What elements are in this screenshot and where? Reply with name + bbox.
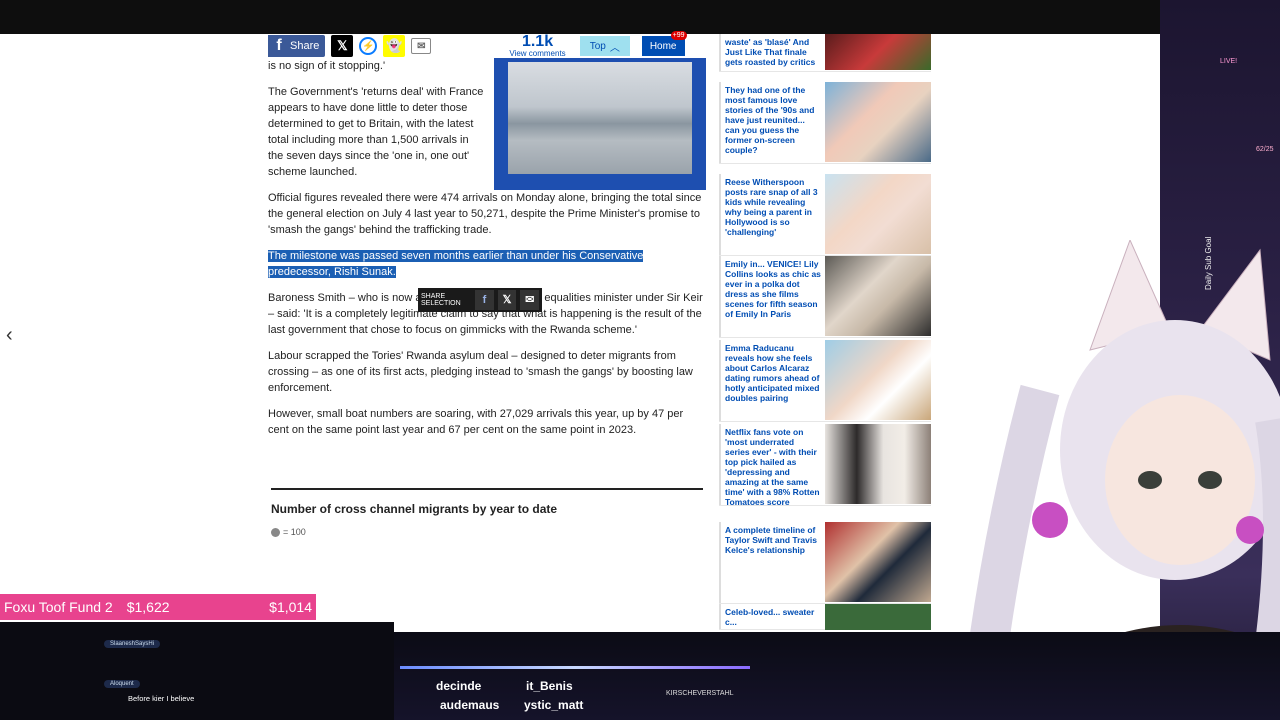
ticker-name: decinde — [436, 679, 482, 693]
article-body: is no sign of it stopping.' The Governme… — [268, 58, 706, 448]
legend-dot-icon — [271, 527, 280, 537]
fund-goal-bar: Foxu Toof Fund 2 $1,622 $1,014 — [0, 594, 316, 620]
x-icon[interactable]: 𝕏 — [497, 290, 517, 310]
twitter-handle: KIRSCHEVERSTAHL — [666, 690, 734, 697]
notification-badge: +99 — [670, 31, 687, 40]
comments-link[interactable]: 1.1k View comments — [509, 34, 565, 58]
article-paragraph: However, small boat numbers are soaring,… — [268, 408, 684, 436]
sidebar-article-title: waste' as 'blasé' And Just Like That fin… — [719, 34, 823, 71]
share-selection-popup: SHARE SELECTION f 𝕏 ✉ — [418, 288, 542, 312]
neon-line — [400, 666, 750, 669]
ticker-name: it_Benis — [526, 679, 573, 693]
sidebar-article[interactable]: waste' as 'blasé' And Just Like That fin… — [719, 34, 931, 72]
chat-username: Aloquent — [104, 680, 140, 688]
ticker-name: ystic_matt — [524, 698, 584, 712]
sidebar-article-title: Reese Witherspoon posts rare snap of all… — [719, 174, 823, 255]
chevron-up-icon: ︿ — [609, 42, 620, 54]
live-label: LIVE! — [1220, 58, 1238, 65]
sidebar-article-title: Netflix fans vote on 'most underrated se… — [719, 424, 823, 507]
sidebar-thumbnail — [825, 174, 931, 254]
chart-title: Number of cross channel migrants by year… — [271, 502, 558, 516]
sidebar-thumbnail — [825, 604, 931, 630]
facebook-share-button[interactable]: f Share — [268, 35, 326, 57]
snapchat-share-icon[interactable]: 👻 — [383, 35, 406, 57]
sidebar-thumbnail — [825, 34, 931, 70]
fund-raised: $1,622 — [126, 599, 170, 615]
selected-text[interactable]: The milestone was passed seven months ea… — [268, 250, 644, 278]
home-button[interactable]: Home +99 — [641, 31, 687, 56]
sidebar-thumbnail — [825, 256, 931, 336]
messenger-share-icon[interactable]: ⚡ — [359, 37, 378, 55]
fund-name: Foxu Toof Fund 2 — [4, 599, 113, 615]
chat-message: Before kier I believe — [128, 694, 195, 703]
sub-counter: 62/25 — [1256, 146, 1274, 153]
sidebar-article[interactable]: Netflix fans vote on 'most underrated se… — [719, 424, 931, 507]
email-share-icon[interactable]: ✉ — [411, 38, 432, 54]
sidebar-article-title: Emma Raducanu reveals how she feels abou… — [719, 340, 823, 421]
home-label: Home — [649, 40, 677, 52]
sidebar-article[interactable]: A complete timeline of Taylor Swift and … — [719, 522, 931, 604]
share-toolbar: f Share 𝕏 ⚡ 👻 ✉ 1.1k View comments Top ︿… — [268, 31, 706, 58]
article-paragraph: Official figures revealed there were 474… — [268, 192, 702, 236]
share-label: Share — [290, 40, 320, 52]
sidebar-article-title: Emily in... VENICE! Lily Collins looks a… — [719, 256, 823, 337]
top-black-bar — [0, 0, 1280, 34]
ticker-name: audemaus — [440, 698, 500, 712]
chevron-left-icon[interactable]: ‹ — [6, 324, 13, 347]
sidebar-article[interactable]: Emily in... VENICE! Lily Collins looks a… — [719, 256, 931, 338]
sidebar-article[interactable]: Emma Raducanu reveals how she feels abou… — [719, 340, 931, 422]
article-paragraph: The Government's 'returns deal' with Fra… — [268, 86, 484, 178]
facebook-icon: f — [268, 35, 290, 57]
sidebar-article[interactable]: They had one of the most famous love sto… — [719, 82, 931, 164]
facebook-icon[interactable]: f — [475, 290, 494, 310]
chat-username: SlaaneshSaysHi — [104, 640, 161, 648]
top-label: Top — [589, 40, 606, 52]
comments-count: 1.1k — [521, 33, 554, 50]
sidebar-article-title: Celeb-loved... sweater c... — [719, 604, 823, 629]
sidebar-thumbnail — [825, 340, 931, 420]
share-selection-label: SHARE SELECTION — [421, 293, 461, 307]
sidebar-article[interactable]: Reese Witherspoon posts rare snap of all… — [719, 174, 931, 256]
sidebar-thumbnail — [825, 82, 931, 162]
stream-chat: SlaaneshSaysHi Aloquent Before kier I be… — [0, 622, 394, 720]
mail-icon[interactable]: ✉ — [520, 290, 539, 310]
chart-legend: = 100 — [271, 527, 306, 537]
article-paragraph: is no sign of it stopping.' — [268, 60, 386, 72]
sidebar-article[interactable]: Celeb-loved... sweater c... — [719, 604, 931, 630]
article-paragraph-highlighted: The milestone was passed seven months ea… — [268, 248, 678, 280]
legend-label: = 100 — [283, 527, 306, 537]
comments-label: View comments — [509, 49, 566, 58]
sidebar-article-title: They had one of the most famous love sto… — [719, 82, 823, 163]
chart-divider — [271, 488, 703, 490]
x-share-icon[interactable]: 𝕏 — [331, 35, 354, 57]
sidebar-thumbnail — [825, 522, 931, 602]
sidebar-article-title: A complete timeline of Taylor Swift and … — [719, 522, 823, 603]
fund-goal: $1,014 — [269, 599, 312, 615]
article-paragraph: Labour scrapped the Tories' Rwanda asylu… — [268, 350, 693, 394]
back-to-top-button[interactable]: Top ︿ — [579, 36, 630, 56]
sidebar-thumbnail — [825, 424, 931, 504]
